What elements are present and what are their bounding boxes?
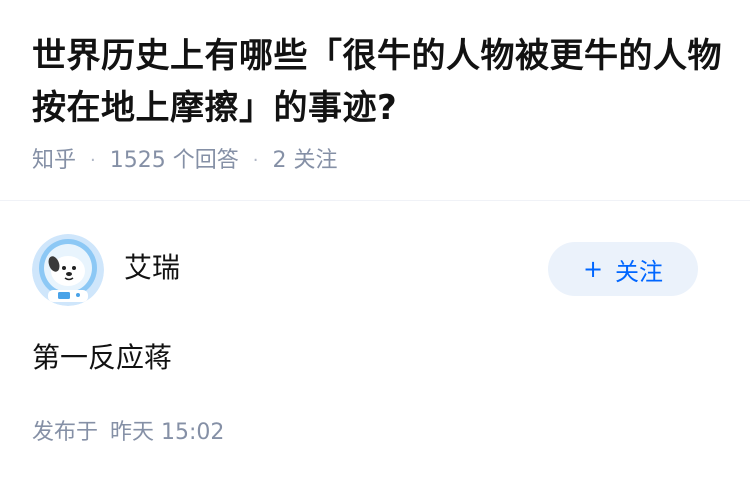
separator-dot: · bbox=[90, 150, 96, 171]
follower-count[interactable]: 2 关注 bbox=[272, 146, 337, 176]
astronaut-dog-avatar-icon bbox=[32, 234, 104, 306]
published-info: 发布于 昨天 15:02 bbox=[32, 418, 224, 448]
published-time: 昨天 15:02 bbox=[110, 420, 225, 445]
avatar[interactable] bbox=[32, 234, 104, 306]
follow-button[interactable]: + 关注 bbox=[548, 242, 698, 296]
follow-label: 关注 bbox=[615, 257, 664, 286]
divider bbox=[0, 200, 750, 201]
source-label[interactable]: 知乎 bbox=[32, 146, 76, 176]
answer-count[interactable]: 1525 个回答 bbox=[110, 146, 239, 176]
question-meta: 知乎 · 1525 个回答 · 2 关注 bbox=[32, 146, 337, 176]
separator-dot: · bbox=[252, 150, 259, 171]
answer-content[interactable]: 第一反应蒋 bbox=[32, 338, 172, 378]
published-label: 发布于 bbox=[32, 420, 99, 445]
plus-icon: + bbox=[582, 255, 604, 283]
author-name[interactable]: 艾瑞 bbox=[124, 250, 180, 286]
question-title[interactable]: 世界历史上有哪些「很牛的人物被更牛的人物按在地上摩擦」的事迹? bbox=[32, 30, 722, 134]
